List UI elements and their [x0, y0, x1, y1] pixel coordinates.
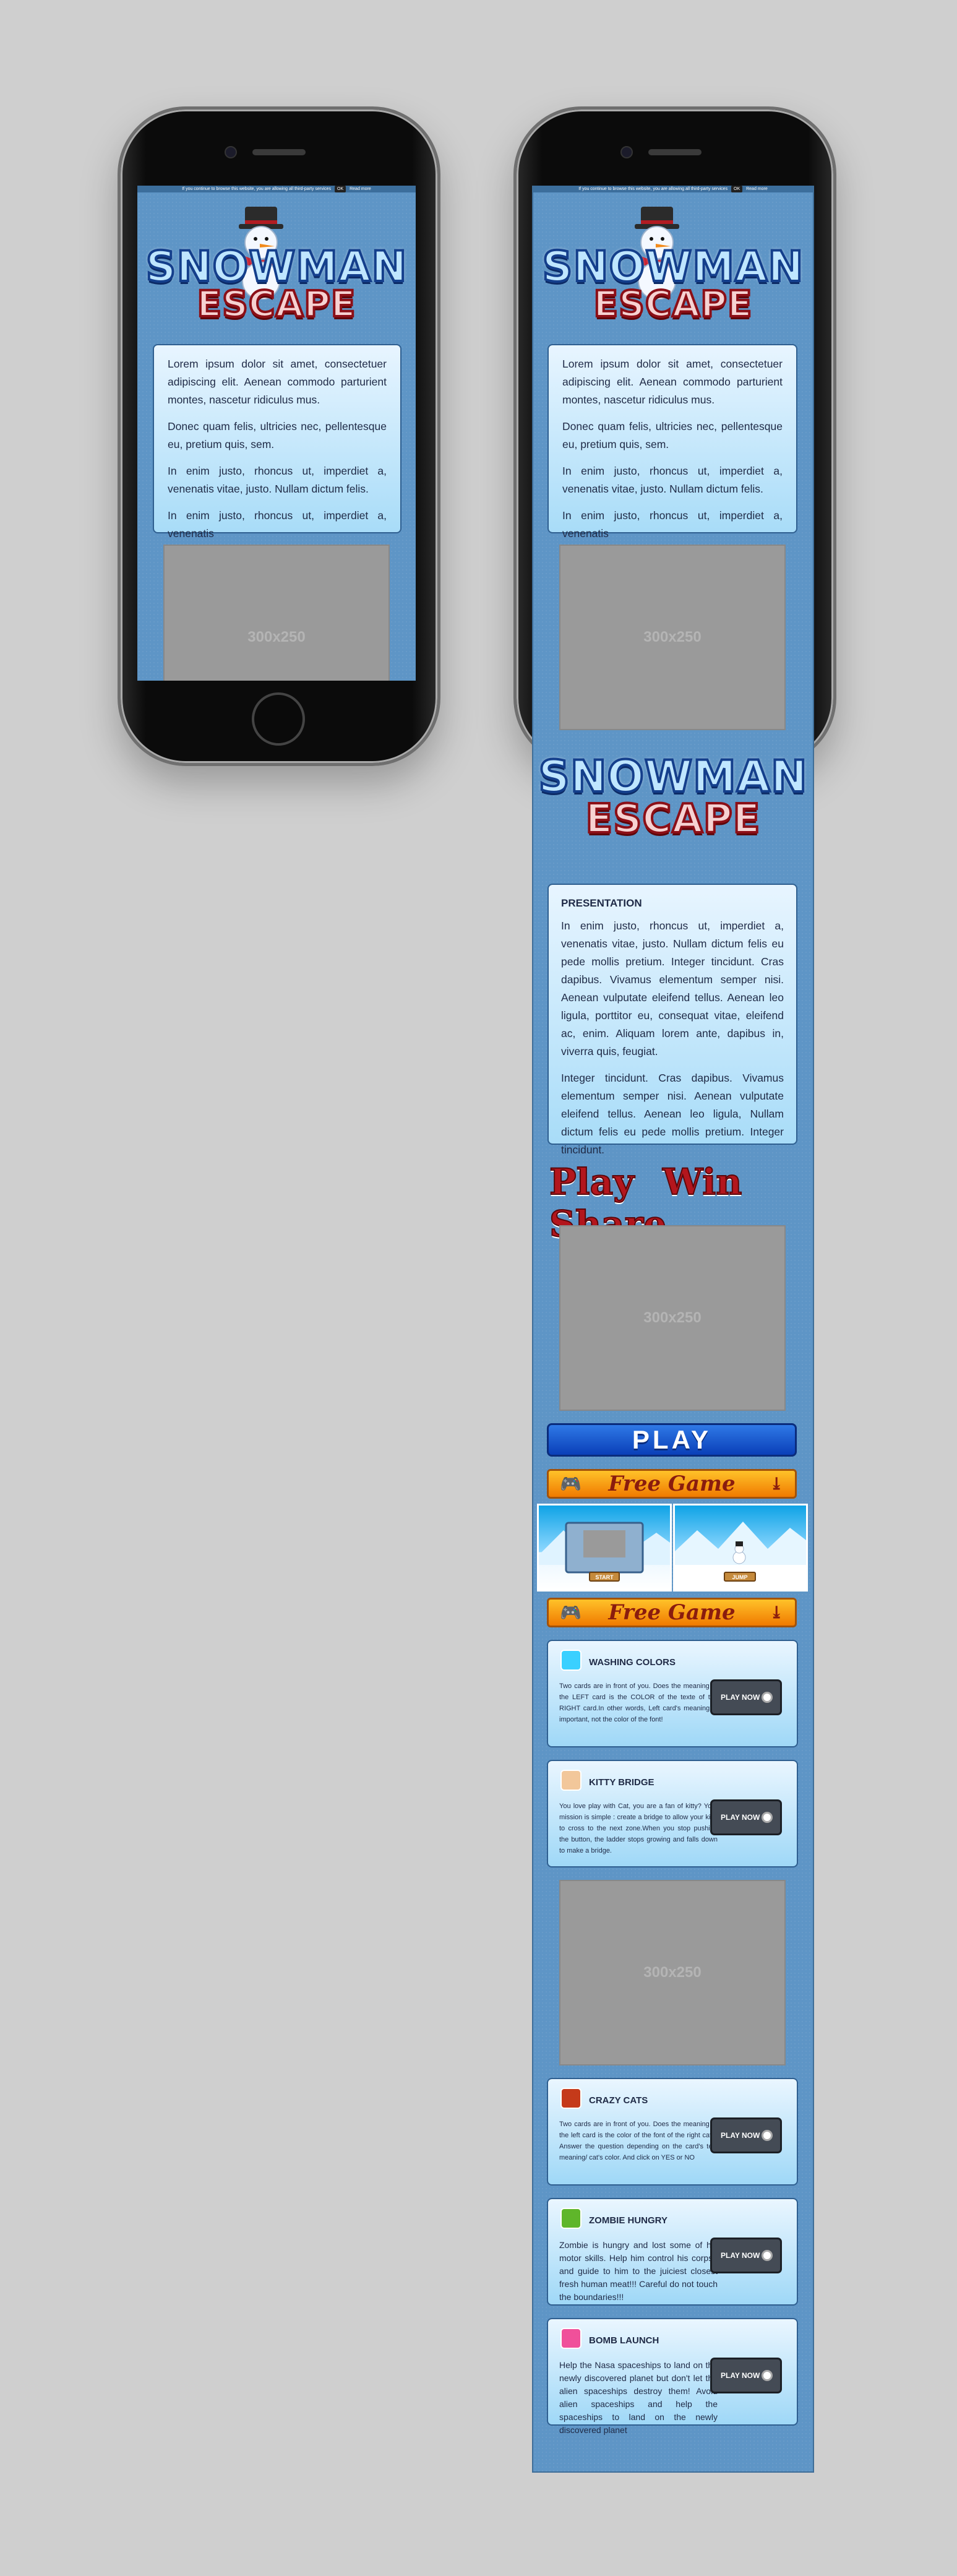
phone-speaker [252, 149, 306, 155]
phone-screen-left: If you continue to browse this website, … [137, 186, 416, 681]
play-now-label: PLAY NOW [721, 2131, 760, 2140]
free-game-label: Free Game [608, 1600, 736, 1625]
presentation-p2: Integer tincidunt. Cras dapibus. Vivamus… [561, 1072, 784, 1156]
free-game-label: Free Game [608, 1471, 736, 1496]
game-card-washing-colors: WASHING COLORS Two cards are in front of… [547, 1640, 798, 1747]
intro-p2: Donec quam felis, ultricies nec, pellent… [562, 420, 783, 450]
game-card-bomb-launch: BOMB LAUNCH Help the Nasa spaceships to … [547, 2318, 798, 2435]
cookie-bar: If you continue to browse this website, … [533, 186, 813, 192]
ad-slot[interactable]: 300x250 [559, 1225, 786, 1411]
download-icon: ⤓ [769, 1473, 784, 1494]
ad-slot[interactable]: 300x250 [559, 545, 786, 730]
logo-line2: ESCAPE [585, 796, 762, 842]
game-logo: SNOWMAN ESCAPE [533, 243, 813, 324]
game-description: You love play with Cat, you are a fan of… [559, 1803, 718, 1854]
play-now-button[interactable]: PLAY NOW [710, 2238, 782, 2273]
play-now-label: PLAY NOW [721, 2251, 760, 2260]
intro-p2: Donec quam felis, ultricies nec, pellent… [168, 420, 387, 450]
play-now-label: PLAY NOW [721, 1693, 760, 1702]
cookie-bar: If you continue to browse this website, … [137, 186, 416, 192]
play-now-button[interactable]: PLAY NOW [710, 2117, 782, 2153]
game-title: WASHING COLORS [589, 1657, 676, 1668]
gamepad-icon: 🎮 [560, 1473, 581, 1494]
game-title: CRAZY CATS [589, 2095, 648, 2106]
crazy-cats-icon [560, 2088, 581, 2109]
game-card-kitty-bridge: KITTY BRIDGE You love play with Cat, you… [547, 1760, 798, 1867]
presentation-title: PRESENTATION [561, 897, 642, 909]
intro-p3: In enim justo, rhoncus ut, imperdiet a, … [562, 465, 783, 495]
cookie-ok-button[interactable]: OK [335, 186, 346, 192]
game-description: Two cards are in front of you. Does the … [559, 2121, 718, 2161]
ad-slot[interactable]: 300x250 [559, 1880, 786, 2066]
play-now-label: PLAY NOW [721, 1813, 760, 1822]
intro-card: Lorem ipsum dolor sit amet, consectetuer… [153, 344, 401, 540]
game-description: Help the Nasa spaceships to land on the … [559, 2360, 718, 2435]
play-circle-icon [762, 2370, 773, 2381]
phone-speaker [648, 149, 702, 155]
game-title: ZOMBIE HUNGRY [589, 2215, 667, 2226]
intro-p4: In enim justo, rhoncus ut, imperdiet a, … [168, 509, 387, 540]
game-card-zombie-hungry: ZOMBIE HUNGRY Zombie is hungry and lost … [547, 2198, 798, 2306]
play-circle-icon [762, 1692, 773, 1703]
play-now-button[interactable]: PLAY NOW [710, 1679, 782, 1715]
gamepad-icon: 🎮 [560, 1602, 581, 1623]
game-title: BOMB LAUNCH [589, 2335, 659, 2346]
cookie-notice: If you continue to browse this website, … [578, 187, 728, 191]
play-circle-icon [762, 1812, 773, 1823]
play-now-button[interactable]: PLAY NOW [710, 1799, 782, 1835]
screenshot-jump-illustration: JUMP [675, 1522, 806, 1590]
cookie-ok-button[interactable]: OK [731, 186, 743, 192]
zombie-hungry-icon [560, 2208, 581, 2229]
intro-p4: In enim justo, rhoncus ut, imperdiet a, … [562, 509, 783, 540]
game-card-crazy-cats: CRAZY CATS Two cards are in front of you… [547, 2078, 798, 2186]
phone-camera [225, 146, 237, 158]
cookie-read-more-link[interactable]: Read more [746, 187, 768, 191]
play-button[interactable]: PLAY [547, 1423, 797, 1457]
download-icon: ⤓ [769, 1602, 784, 1623]
full-page-screen: If you continue to browse this website, … [532, 186, 814, 2473]
screenshot-jump-label: JUMP [732, 1574, 747, 1580]
free-game-button[interactable]: 🎮 Free Game ⤓ [547, 1598, 797, 1627]
game-logo-large: SNOWMAN ESCAPE [533, 751, 813, 842]
game-screenshot-jump[interactable]: JUMP [673, 1504, 808, 1592]
game-description: Two cards are in front of you. Does the … [559, 1682, 718, 1723]
game-description: Zombie is hungry and lost some of his mo… [559, 2240, 718, 2302]
intro-p3: In enim justo, rhoncus ut, imperdiet a, … [168, 465, 387, 495]
presentation-p1: In enim justo, rhoncus ut, imperdiet a, … [561, 920, 784, 1058]
screenshot-start-illustration: START [539, 1522, 670, 1582]
play-circle-icon [762, 2250, 773, 2261]
phone-camera [620, 146, 633, 158]
screenshot-start-label: START [595, 1574, 614, 1580]
presentation-card: PRESENTATION In enim justo, rhoncus ut, … [547, 884, 797, 1156]
bomb-launch-icon [560, 2328, 581, 2349]
game-logo: SNOWMAN ESCAPE [137, 243, 416, 324]
logo-line1: SNOWMAN [537, 751, 808, 802]
play-now-button[interactable]: PLAY NOW [710, 2358, 782, 2393]
logo-line1: SNOWMAN [541, 243, 805, 291]
cookie-read-more-link[interactable]: Read more [350, 187, 371, 191]
game-title: KITTY BRIDGE [589, 1777, 654, 1788]
free-game-button[interactable]: 🎮 Free Game ⤓ [547, 1469, 797, 1499]
intro-p1: Lorem ipsum dolor sit amet, consectetuer… [168, 358, 387, 406]
intro-card: Lorem ipsum dolor sit amet, consectetuer… [547, 344, 797, 540]
play-now-label: PLAY NOW [721, 2371, 760, 2380]
washing-colors-icon [560, 1650, 581, 1671]
play-circle-icon [762, 2130, 773, 2141]
intro-p1: Lorem ipsum dolor sit amet, consectetuer… [562, 358, 783, 406]
ad-slot[interactable]: 300x250 [163, 545, 390, 681]
logo-line1: SNOWMAN [145, 243, 408, 291]
cookie-notice: If you continue to browse this website, … [182, 187, 332, 191]
kitty-bridge-icon [560, 1770, 581, 1791]
phone-home-button[interactable] [252, 692, 305, 746]
game-screenshot-start[interactable]: START [537, 1504, 672, 1592]
